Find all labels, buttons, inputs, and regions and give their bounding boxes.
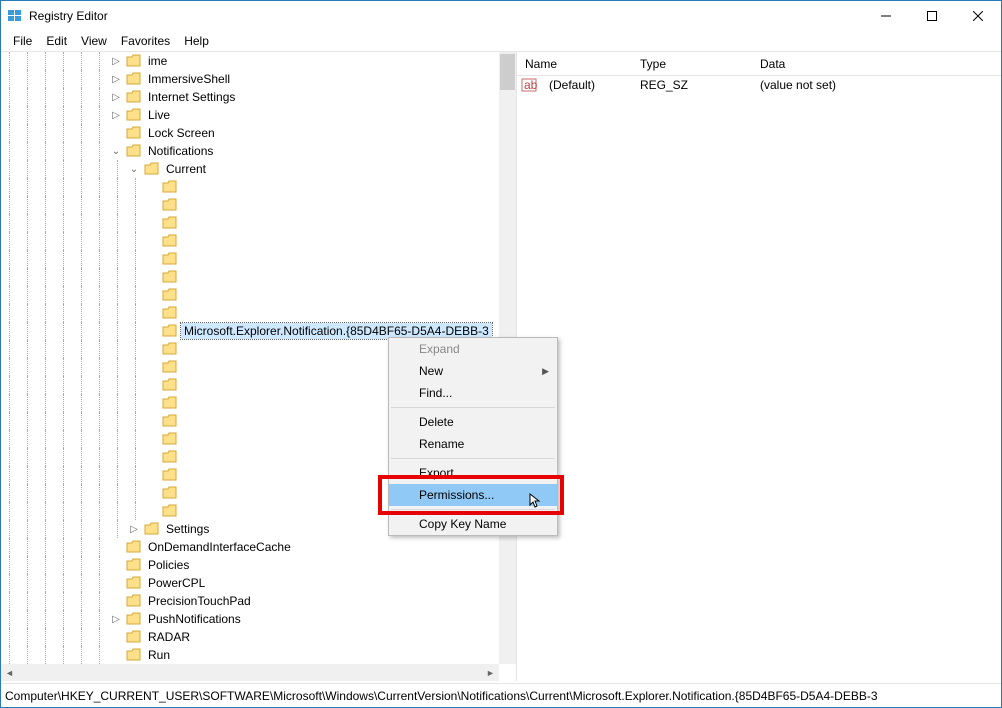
values-pane: Name Type Data ab (Default) REG_SZ (valu… (516, 51, 1001, 681)
tree-label (181, 384, 187, 386)
maximize-button[interactable] (909, 1, 955, 31)
menu-help[interactable]: Help (178, 32, 215, 50)
menu-file[interactable]: File (7, 32, 38, 50)
tree-item[interactable] (1, 196, 499, 214)
tree-label: Policies (145, 557, 192, 573)
tree-item[interactable]: Lock Screen (1, 124, 499, 142)
tree-item[interactable]: ▷ Internet Settings (1, 88, 499, 106)
tree-label (181, 186, 187, 188)
tree-label (181, 438, 187, 440)
tree-label (181, 492, 187, 494)
tree-label: Live (145, 107, 173, 123)
tree-item[interactable]: ▷ ImmersiveShell (1, 70, 499, 88)
menu-favorites[interactable]: Favorites (115, 32, 176, 50)
expand-icon[interactable]: ▷ (127, 522, 141, 536)
tree-item[interactable]: ▷ Live (1, 106, 499, 124)
tree-item[interactable]: Policies (1, 556, 499, 574)
collapse-icon[interactable]: ⌄ (109, 144, 123, 158)
tree-item[interactable] (1, 178, 499, 196)
tree-label (181, 258, 187, 260)
ctx-new[interactable]: New▶ (389, 360, 557, 382)
submenu-arrow-icon: ▶ (542, 366, 549, 377)
tree-label: Run (145, 647, 173, 663)
col-data[interactable]: Data (752, 57, 1001, 71)
menu-bar: File Edit View Favorites Help (1, 31, 1001, 51)
horizontal-scrollbar[interactable]: ◄► (1, 664, 499, 681)
minimize-button[interactable] (863, 1, 909, 31)
tree-label: Current (163, 161, 209, 177)
value-data: (value not set) (752, 78, 1001, 92)
tree-item[interactable] (1, 304, 499, 322)
tree-item[interactable] (1, 232, 499, 250)
col-type[interactable]: Type (632, 57, 752, 71)
tree-label: PrecisionTouchPad (145, 593, 254, 609)
tree-label (181, 366, 187, 368)
tree-item[interactable]: PrecisionTouchPad (1, 592, 499, 610)
list-header[interactable]: Name Type Data (517, 52, 1001, 76)
tree-label: ime (145, 53, 170, 69)
tree-label (181, 474, 187, 476)
tree-label (181, 222, 187, 224)
status-bar: Computer\HKEY_CURRENT_USER\SOFTWARE\Micr… (1, 683, 1001, 707)
list-row[interactable]: ab (Default) REG_SZ (value not set) (517, 76, 1001, 94)
tree-label: RADAR (145, 629, 193, 645)
tree-label (181, 510, 187, 512)
tree-label (181, 456, 187, 458)
tree-item[interactable]: PowerCPL (1, 574, 499, 592)
ctx-permissions[interactable]: Permissions... (389, 484, 557, 506)
ctx-find[interactable]: Find... (389, 382, 557, 404)
tree-label: Internet Settings (145, 89, 238, 105)
app-icon (7, 8, 23, 24)
tree-item[interactable]: Run (1, 646, 499, 664)
tree-item[interactable]: OnDemandInterfaceCache (1, 538, 499, 556)
tree-label (181, 312, 187, 314)
tree-label (181, 348, 187, 350)
tree-item[interactable]: ⌄ Notifications (1, 142, 499, 160)
expand-icon[interactable]: ▷ (109, 54, 123, 68)
expand-icon[interactable]: ▷ (109, 108, 123, 122)
value-name: (Default) (541, 78, 632, 92)
tree-item[interactable]: ⌄ Current (1, 160, 499, 178)
tree-label (181, 294, 187, 296)
string-value-icon: ab (521, 77, 537, 93)
menu-edit[interactable]: Edit (40, 32, 73, 50)
window-title: Registry Editor (29, 9, 863, 23)
tree-label: PushNotifications (145, 611, 244, 627)
expand-icon[interactable]: ▷ (109, 72, 123, 86)
tree-label (181, 420, 187, 422)
tree-label (181, 204, 187, 206)
tree-item[interactable]: RADAR (1, 628, 499, 646)
tree-item[interactable]: ▷ PushNotifications (1, 610, 499, 628)
tree-label: Notifications (145, 143, 216, 159)
menu-view[interactable]: View (75, 32, 113, 50)
tree-item[interactable]: ▷ ime (1, 52, 499, 70)
expand-icon[interactable]: ▷ (109, 90, 123, 104)
tree-label (181, 240, 187, 242)
context-menu: Expand New▶ Find... Delete Rename Export… (388, 337, 558, 536)
tree-label (181, 402, 187, 404)
tree-item[interactable] (1, 268, 499, 286)
col-name[interactable]: Name (517, 57, 632, 71)
ctx-delete[interactable]: Delete (389, 411, 557, 433)
tree-label: PowerCPL (145, 575, 208, 591)
title-bar: Registry Editor (1, 1, 1001, 31)
close-button[interactable] (955, 1, 1001, 31)
ctx-rename[interactable]: Rename (389, 433, 557, 455)
value-type: REG_SZ (632, 78, 752, 92)
tree-item[interactable] (1, 286, 499, 304)
ctx-expand[interactable]: Expand (389, 338, 557, 360)
collapse-icon[interactable]: ⌄ (127, 162, 141, 176)
tree-item[interactable] (1, 250, 499, 268)
expand-icon[interactable]: ▷ (109, 612, 123, 626)
ctx-export[interactable]: Export (389, 462, 557, 484)
tree-label: ImmersiveShell (145, 71, 233, 87)
tree-label (181, 276, 187, 278)
tree-label: OnDemandInterfaceCache (145, 539, 294, 555)
tree-label: Lock Screen (145, 125, 218, 141)
tree-item[interactable] (1, 214, 499, 232)
svg-text:ab: ab (524, 78, 537, 92)
tree-label: Settings (163, 521, 212, 537)
ctx-copy-key-name[interactable]: Copy Key Name (389, 513, 557, 535)
status-path: Computer\HKEY_CURRENT_USER\SOFTWARE\Micr… (5, 689, 878, 703)
